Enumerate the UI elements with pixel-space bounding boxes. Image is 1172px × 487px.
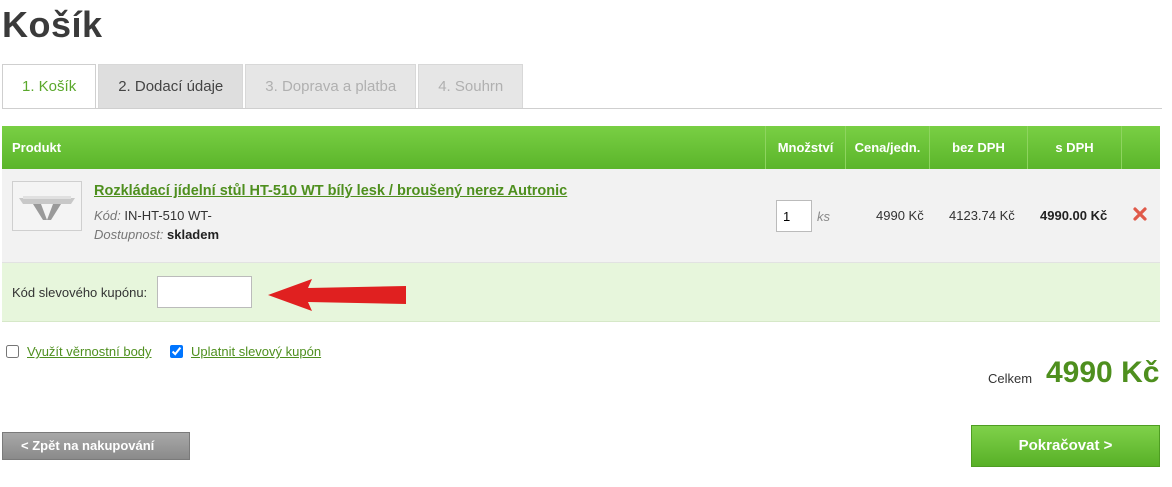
red-arrow-annotation-icon [268,279,406,311]
product-availability: Dostupnost: skladem [94,227,567,242]
product-name-link[interactable]: Rozkládací jídelní stůl HT-510 WT bílý l… [94,183,567,199]
total-label: Celkem [988,371,1033,386]
apply-coupon-option[interactable]: Uplatnit slevový kupón [166,344,321,359]
product-code-label: Kód: [94,208,121,223]
loyalty-points-link[interactable]: Využít věrnostní body [27,344,152,359]
product-code-value: IN-HT-510 WT- [124,208,212,223]
header-remove [1122,126,1160,169]
cart-table: Produkt Množství Cena/jedn. bez DPH s DP… [2,126,1160,263]
coupon-code-input[interactable] [157,276,252,308]
back-to-shopping-button[interactable]: < Zpět na nakupování [2,432,190,460]
header-price-with-vat: s DPH [1028,126,1122,169]
header-price-without-vat: bez DPH [930,126,1028,169]
page-title: Košík [2,4,103,45]
product-thumbnail[interactable] [12,181,82,231]
header-quantity: Množství [766,126,846,169]
continue-button[interactable]: Pokračovat > [971,425,1160,467]
cart-table-header: Produkt Množství Cena/jedn. bez DPH s DP… [2,126,1160,169]
availability-label: Dostupnost: [94,227,164,242]
coupon-label: Kód slevového kupónu: [12,285,148,300]
unit-price: 4990 Kč [876,208,924,223]
total-value: 4990 Kč [1046,356,1160,389]
price-with-vat: 4990.00 Kč [1040,208,1108,223]
header-unit-price: Cena/jedn. [846,126,930,169]
tabs-divider [2,108,1162,109]
tab-shipping-payment: 3. Doprava a platba [245,64,417,108]
loyalty-points-checkbox[interactable] [6,345,19,358]
product-info: Rozkládací jídelní stůl HT-510 WT bílý l… [94,183,567,242]
availability-value: skladem [167,227,220,242]
apply-coupon-link[interactable]: Uplatnit slevový kupón [191,344,321,359]
quantity-input[interactable] [776,200,812,232]
tab-delivery-details[interactable]: 2. Dodací údaje [98,64,244,108]
apply-coupon-checkbox[interactable] [170,345,183,358]
remove-x-icon[interactable] [1132,206,1148,222]
product-code: Kód: IN-HT-510 WT- [94,208,567,223]
loyalty-points-option[interactable]: Využít věrnostní body [2,344,152,359]
tab-cart[interactable]: 1. Košík [2,64,97,109]
coupon-row: Kód slevového kupónu: [2,263,1160,322]
header-product: Produkt [2,126,766,169]
price-without-vat: 4123.74 Kč [949,208,1015,223]
tab-summary: 4. Souhrn [418,64,524,108]
quantity-unit: ks [817,209,830,224]
checkout-steps: 1. Košík 2. Dodací údaje 3. Doprava a pl… [2,64,525,109]
